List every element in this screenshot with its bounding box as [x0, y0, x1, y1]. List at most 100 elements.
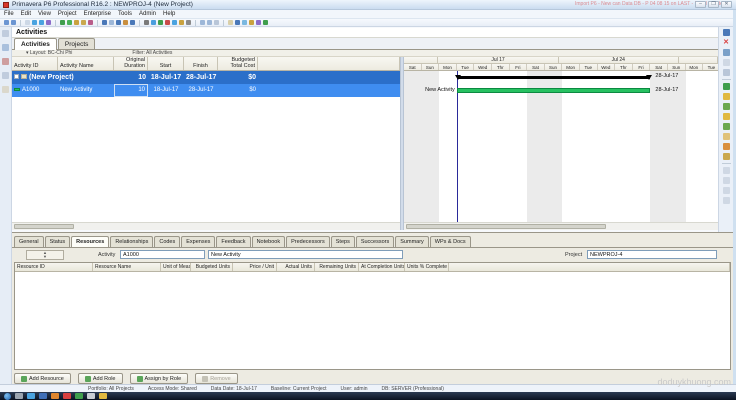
right-toolbar-icon[interactable] [723, 113, 730, 120]
close-layout-icon[interactable]: ✕ [723, 39, 730, 46]
project-id-field[interactable]: NEWPROJ-4 [587, 250, 717, 259]
menu-view[interactable]: View [38, 11, 51, 17]
taskbar-app-icon[interactable] [75, 393, 83, 399]
collapse-icon[interactable] [14, 74, 19, 79]
gantt-horizontal-scrollbar[interactable] [404, 222, 718, 230]
left-toolbar-icon[interactable] [2, 44, 9, 51]
toolbar-icon[interactable] [200, 20, 205, 25]
menu-tools[interactable]: Tools [118, 11, 132, 17]
taskbar-app-icon[interactable] [27, 393, 35, 399]
taskbar-app-icon[interactable] [87, 393, 95, 399]
tab-projects[interactable]: Projects [58, 38, 95, 49]
resource-column-at-completion-units[interactable]: At Completion Units [359, 263, 405, 271]
right-toolbar-icon[interactable] [723, 187, 730, 194]
taskbar-app-icon[interactable] [63, 393, 71, 399]
add-resource-button[interactable]: Add Resource [14, 373, 71, 384]
toolbar-icon[interactable] [130, 20, 135, 25]
right-toolbar-icon[interactable] [723, 59, 730, 66]
toolbar-icon[interactable] [214, 20, 219, 25]
right-toolbar-icon[interactable] [723, 143, 730, 150]
toolbar-icon[interactable] [74, 20, 79, 25]
column-header-budgeted-total-cost[interactable]: Budgeted Total Cost [218, 57, 258, 70]
right-toolbar-icon[interactable] [723, 133, 730, 140]
detail-tab-feedback[interactable]: Feedback [216, 236, 250, 247]
resource-column-units-complete[interactable]: Units % Complete [405, 263, 449, 271]
toolbar-icon[interactable] [11, 20, 16, 25]
toolbar-icon[interactable] [88, 20, 93, 25]
start-button-icon[interactable] [4, 393, 11, 400]
toolbar-icon[interactable] [207, 20, 212, 25]
layout-label[interactable]: ▾ Layout: BC-Chi Phi [26, 50, 72, 56]
toolbar-icon[interactable] [109, 20, 114, 25]
right-toolbar-icon[interactable] [723, 123, 730, 130]
toolbar-icon[interactable] [186, 20, 191, 25]
detail-tab-relationships[interactable]: Relationships [110, 236, 153, 247]
resource-column-remaining-units[interactable]: Remaining Units [315, 263, 359, 271]
toolbar-icon[interactable] [102, 20, 107, 25]
toolbar-icon[interactable] [158, 20, 163, 25]
table-row[interactable]: (New Project)1018-Jul-1728-Jul-17$0 [12, 71, 400, 84]
detail-tab-resources[interactable]: Resources [71, 236, 109, 247]
left-toolbar-icon[interactable] [2, 72, 9, 79]
resource-column-actual-units[interactable]: Actual Units [277, 263, 315, 271]
toolbar-icon[interactable] [123, 20, 128, 25]
activity-spinner[interactable]: ▲▼ [26, 250, 64, 260]
menu-help[interactable]: Help [163, 11, 175, 17]
menu-project[interactable]: Project [58, 11, 77, 17]
right-toolbar-icon[interactable] [723, 177, 730, 184]
toolbar-icon[interactable] [81, 20, 86, 25]
toolbar-icon[interactable] [46, 20, 51, 25]
toolbar-icon[interactable] [151, 20, 156, 25]
right-toolbar-icon[interactable] [723, 103, 730, 110]
resource-column-resource-name[interactable]: Resource Name [93, 263, 161, 271]
taskbar-app-icon[interactable] [51, 393, 59, 399]
toolbar-icon[interactable] [165, 20, 170, 25]
close-button[interactable]: ✕ [721, 1, 732, 8]
detail-tab-wps-docs[interactable]: WPs & Docs [430, 236, 471, 247]
left-toolbar-icon[interactable] [2, 30, 9, 37]
detail-tab-codes[interactable]: Codes [154, 236, 180, 247]
taskbar-app-icon[interactable] [15, 393, 23, 399]
table-row[interactable]: A1000New Activity1018-Jul-1728-Jul-17$0 [12, 84, 400, 97]
toolbar-icon[interactable] [235, 20, 240, 25]
right-toolbar-icon[interactable] [723, 197, 730, 204]
menu-file[interactable]: File [4, 11, 14, 17]
column-header-original-duration[interactable]: Original Duration [114, 57, 148, 70]
toolbar-icon[interactable] [25, 20, 30, 25]
task-bar[interactable] [457, 88, 651, 93]
right-toolbar-icon[interactable] [723, 153, 730, 160]
resource-column-budgeted-units[interactable]: Budgeted Units [191, 263, 233, 271]
toolbar-icon[interactable] [4, 20, 9, 25]
toolbar-icon[interactable] [256, 20, 261, 25]
toolbar-icon[interactable] [67, 20, 72, 25]
detail-tab-successors[interactable]: Successors [356, 236, 394, 247]
right-toolbar-icon[interactable] [723, 83, 730, 90]
toolbar-icon[interactable] [172, 20, 177, 25]
right-toolbar-icon[interactable] [723, 69, 730, 76]
resource-column-price-unit[interactable]: Price / Unit [233, 263, 277, 271]
add-role-button[interactable]: Add Role [78, 373, 123, 384]
detail-tab-steps[interactable]: Steps [331, 236, 355, 247]
toolbar-icon[interactable] [263, 20, 268, 25]
left-toolbar-icon[interactable] [2, 58, 9, 65]
detail-tab-expenses[interactable]: Expenses [181, 236, 215, 247]
assign-by-role-button[interactable]: Assign by Role [130, 373, 189, 384]
menu-admin[interactable]: Admin [139, 11, 156, 17]
taskbar-app-icon[interactable] [99, 393, 107, 399]
tab-activities[interactable]: Activities [14, 38, 57, 50]
right-toolbar-icon[interactable] [723, 167, 730, 174]
column-header-activity-id[interactable]: Activity ID [12, 57, 58, 70]
toolbar-icon[interactable] [60, 20, 65, 25]
toolbar-icon[interactable] [249, 20, 254, 25]
activity-id-field[interactable]: A1000 [120, 250, 205, 259]
detail-tab-general[interactable]: General [14, 236, 44, 247]
detail-tab-notebook[interactable]: Notebook [252, 236, 286, 247]
restore-button[interactable]: ❐ [708, 1, 719, 8]
resource-column-resource-id[interactable]: Resource ID [15, 263, 93, 271]
toolbar-icon[interactable] [32, 20, 37, 25]
detail-tab-summary[interactable]: Summary [395, 236, 429, 247]
toolbar-icon[interactable] [144, 20, 149, 25]
detail-tab-status[interactable]: Status [45, 236, 71, 247]
menu-edit[interactable]: Edit [21, 11, 31, 17]
toolbar-icon[interactable] [242, 20, 247, 25]
